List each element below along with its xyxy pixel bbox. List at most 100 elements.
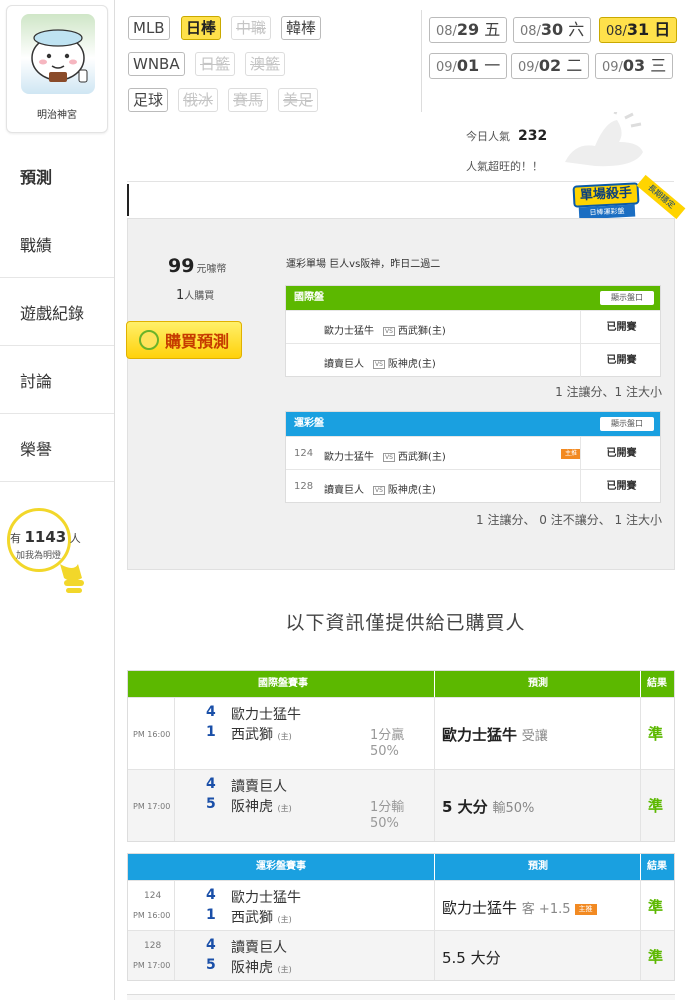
purchase-notice: 以下資訊僅提供給已購買人 [285,612,526,634]
date-day: 02 [538,56,562,75]
home-team-cell: 西武獅 (主) [231,724,292,744]
prediction-panel: 99 元噱幣 1人購買 購買預測 運彩單場 巨人vs阪神，昨日二過二 國際盤 顯示… [126,218,675,570]
date-md: 09/ [602,60,623,75]
date-0902[interactable]: 09/02 二 [511,53,590,79]
col-divider [174,770,175,841]
nav-label: 戰績 [20,235,53,255]
fans-lightbulb[interactable]: 有 1143 人 加我為明燈 [6,508,104,596]
sport-tag-kbo[interactable]: 韓棒 [281,16,322,40]
away-score: 4 [206,776,216,792]
home-mark: (主) [277,965,292,974]
prediction-note: 輸50% [492,801,535,816]
home-score: 5 [206,796,216,812]
date-0830[interactable]: 08/30 六 [513,17,592,43]
nav-item-discussion[interactable]: 討論 [0,346,114,414]
away-score: 4 [206,704,216,720]
date-md: 08/ [606,24,627,39]
date-weekday: 日 [654,20,671,39]
date-weekday: 五 [484,20,501,39]
home-team-cell: 阪神虎 (主) [231,957,292,977]
home-team: 西武獅 [231,727,273,743]
table-row: 124 PM 16:00 4 歐力士猛牛 1 西武獅 (主) 歐力士猛牛 客 +… [128,880,674,930]
show-odds-button[interactable]: 顯示盤口 [600,417,654,431]
away-score: 4 [206,887,216,903]
main-pick-badge: 主推 [561,449,581,459]
col-divider [640,698,641,769]
fans-unit: 人 [69,532,81,545]
fans-count: 1143 [24,528,67,546]
user-card[interactable]: 明治神宮 [6,5,108,133]
col-divider [640,854,641,880]
avatar[interactable] [21,14,95,94]
date-md: 09/ [436,60,457,75]
away-team: 讀賣巨人 [324,485,364,496]
vs-icon: VS [373,360,385,369]
popularity-comment: 人氣超旺的！！ [466,160,543,173]
nav-item-honor[interactable]: 榮譽 [0,414,114,482]
sport-tag-mlb[interactable]: MLB [128,16,170,40]
game-number: 128 [144,941,162,951]
bulb-base-icon [60,564,84,593]
matchup: VS 西武獅(主) [380,322,446,337]
nav-label: 榮譽 [20,439,53,459]
home-team: 阪神虎 [231,799,273,815]
prediction-cell: 5.5 大分 [442,947,501,968]
col-header-game: 國際盤賽事 [258,678,308,689]
date-0829[interactable]: 08/29 五 [429,17,508,43]
home-team-cell: 西武獅 (主) [231,907,292,927]
date-day: 01 [456,56,480,75]
intl-odds-header: 國際盤 顯示盤口 [286,286,660,310]
col-divider [640,671,641,697]
buyers-unit: 人購買 [184,291,215,302]
fans-label: 加我為明燈 [16,551,62,561]
col-divider [434,698,435,769]
col-divider [640,931,641,980]
buy-prediction-button[interactable]: 購買預測 [126,321,242,359]
show-odds-button[interactable]: 顯示盤口 [600,291,654,305]
main-pick-badge: 主推 [574,904,597,915]
table-header: 國際盤賽事 預測 結果 [128,671,674,697]
col-divider [174,881,175,930]
table-row: 128 PM 17:00 4 讀賣巨人 5 阪神虎 (主) 5.5 大分 準 [128,930,674,980]
lottery-summary: 1 注讓分、 0 注不讓分、 1 注大小 [476,513,662,527]
date-0831[interactable]: 08/31 日 [599,17,678,43]
home-mark: (主) [277,804,292,813]
status: 已開賽 [580,437,662,470]
sport-tag-wnba[interactable]: WNBA [128,52,185,76]
date-0903[interactable]: 09/03 三 [595,53,674,79]
prediction-pick: 5 大分 [442,798,488,816]
status: 已開賽 [580,311,662,344]
avatar-illustration [31,29,88,83]
col-divider [434,931,435,980]
nav-item-record[interactable]: 戰績 [0,210,114,278]
buyers: 1人購買 [176,287,214,303]
vs-icon: VS [373,486,385,495]
sport-tag-npb[interactable]: 日棒 [181,16,222,40]
date-weekday: 二 [566,56,583,75]
popularity-label: 今日人氣 [466,130,510,143]
lottery-odds-header: 運彩盤 顯示盤口 [286,412,660,436]
date-0901[interactable]: 09/01 一 [429,53,508,79]
thumbs-up-icon [565,112,643,167]
col-divider [434,671,435,697]
sport-tag-soccer[interactable]: 足球 [128,88,169,112]
col-header-result: 結果 [647,861,667,872]
col-header-prediction: 預測 [528,678,548,689]
nav-item-prediction[interactable]: 預測 [0,142,114,210]
home-score: 1 [206,724,216,740]
home-team: 西武獅 [231,910,273,926]
home-team: 阪神虎(主) [387,359,436,370]
col-header-prediction: 預測 [528,861,548,872]
price-unit: 元噱幣 [196,264,227,275]
col-divider [434,881,435,930]
list-item: 124 歐力士猛牛 VS 西武獅(主) 主推 已開賽 [286,436,662,470]
game-time: PM 17:00 [133,802,171,811]
prediction-note: 客 +1.5 [521,902,571,917]
home-team: 西武獅(主) [397,326,446,337]
matchup: VS 西武獅(主) [380,448,446,463]
sport-tag-khl: 俄冰 [178,88,219,112]
vs-icon: VS [383,327,395,336]
matchup: VS 阪神虎(主) [370,481,436,496]
nav-item-game-history[interactable]: 遊戲紀錄 [0,278,114,346]
list-item: 128 讀賣巨人 VS 阪神虎(主) 已開賽 [286,469,660,503]
